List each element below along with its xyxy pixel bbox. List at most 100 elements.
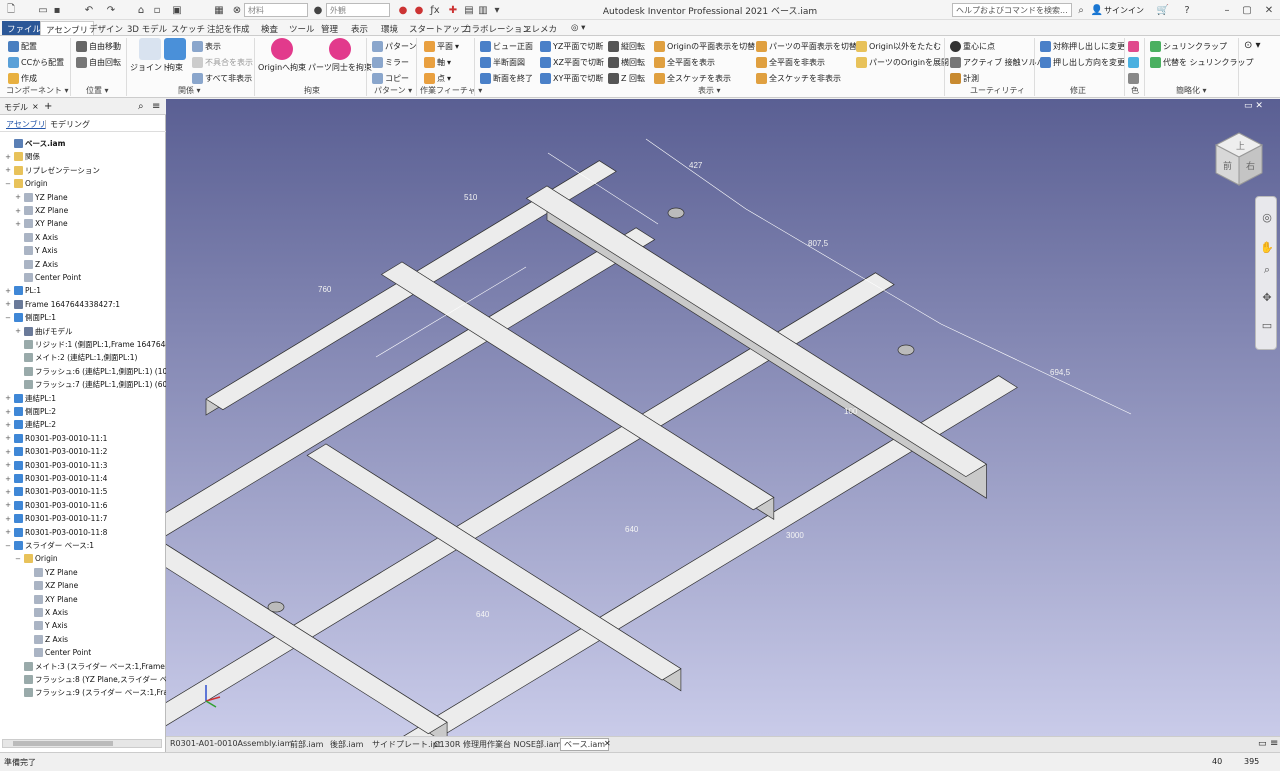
- expand-part-origin-button[interactable]: パーツのOriginを展開: [856, 55, 949, 69]
- dimension-label[interactable]: 640: [476, 610, 490, 619]
- hide-all-button[interactable]: すべて非表示: [192, 71, 252, 85]
- tree-item[interactable]: + R0301-P03-0010-11:7: [4, 512, 166, 525]
- zoom-icon[interactable]: ⌕: [1260, 263, 1274, 277]
- dimension-label[interactable]: 760: [318, 285, 332, 294]
- work-point-button[interactable]: 点 ▾: [424, 71, 451, 85]
- tab-inspect[interactable]: 検査: [256, 21, 283, 35]
- expand-toggle-icon[interactable]: +: [4, 515, 12, 523]
- simplify-group-label[interactable]: 簡略化 ▾: [1176, 85, 1207, 96]
- color-button-3[interactable]: [1128, 71, 1139, 85]
- tree-item[interactable]: − 側面PL:1: [4, 311, 166, 324]
- cut-xy-button[interactable]: XY平面で切断: [540, 71, 603, 85]
- tree-item[interactable]: + 側面PL:2: [4, 405, 166, 418]
- doc-tab[interactable]: R0301-A01-0010Assembly.iam: [170, 739, 292, 748]
- mounting-plate[interactable]: [667, 207, 685, 219]
- color-button-2[interactable]: [1128, 55, 1139, 69]
- expand-toggle-icon[interactable]: +: [4, 475, 12, 483]
- show-button[interactable]: 表示: [192, 39, 221, 53]
- tree-item[interactable]: Z Axis: [24, 633, 166, 646]
- minimize-icon[interactable]: –: [1220, 3, 1234, 17]
- component-group-label[interactable]: コンポーネント ▾: [6, 85, 69, 96]
- tree-item[interactable]: Z Axis: [14, 258, 166, 271]
- tree-item[interactable]: リジッド:1 (側面PL:1,Frame 164764433: [14, 338, 166, 351]
- tree-item[interactable]: Y Axis: [24, 619, 166, 632]
- expand-toggle-icon[interactable]: +: [4, 488, 12, 496]
- tree-item[interactable]: + R0301-P03-0010-11:3: [4, 459, 166, 472]
- view-front-button[interactable]: ビュー正面: [480, 39, 533, 53]
- tree-item[interactable]: + R0301-P03-0010-11:5: [4, 485, 166, 498]
- dimension-label[interactable]: 3000: [786, 531, 804, 540]
- doc-tab-active[interactable]: ベース.iam: [560, 738, 610, 751]
- tree-item[interactable]: X Axis: [14, 231, 166, 244]
- rotate-vertical-button[interactable]: 縦回転: [608, 39, 645, 53]
- expand-toggle-icon[interactable]: +: [4, 153, 12, 161]
- restore-viewport-icon[interactable]: ▭ ✕: [1244, 101, 1263, 111]
- tree-item[interactable]: ベース.iam: [4, 137, 166, 150]
- work-features-group-label[interactable]: 作業フィーチャ ▾: [420, 85, 482, 96]
- constrain-to-origin-button[interactable]: Originへ拘束: [258, 38, 306, 73]
- new-file-icon[interactable]: 🗋: [4, 3, 18, 17]
- toggle-origin-planes-button[interactable]: Originの平面表示を切替: [654, 39, 755, 53]
- expand-toggle-icon[interactable]: +: [14, 220, 22, 228]
- help-search-input[interactable]: ヘルプおよびコマンドを検索...: [952, 3, 1072, 17]
- material-dropdown[interactable]: 材料: [244, 3, 308, 17]
- tree-item[interactable]: + 連結PL:1: [4, 392, 166, 405]
- work-plane-button[interactable]: 平面 ▾: [424, 39, 459, 53]
- update-icon[interactable]: ▦: [212, 3, 226, 17]
- tree-item[interactable]: XY Plane: [24, 593, 166, 606]
- select-filter-icon[interactable]: ▣: [170, 3, 184, 17]
- center-of-gravity-button[interactable]: 重心に点: [950, 39, 995, 53]
- menu-icon[interactable]: ≡: [152, 101, 160, 112]
- color-button-1[interactable]: [1128, 39, 1139, 53]
- extrude-direction-button[interactable]: 押し出し方向を変更: [1040, 55, 1125, 69]
- contact-solver-button[interactable]: アクティブ 接触ソルバ: [950, 55, 1045, 69]
- ribbon-settings-icon[interactable]: ⊙ ▾: [1244, 40, 1261, 51]
- expand-toggle-icon[interactable]: +: [4, 421, 12, 429]
- position-group-label[interactable]: 位置 ▾: [86, 85, 109, 96]
- expand-toggle-icon[interactable]: +: [14, 193, 22, 201]
- symmetric-extrude-button[interactable]: 対称押し出しに変更: [1040, 39, 1125, 53]
- tree-item[interactable]: + R0301-P03-0010-11:8: [4, 526, 166, 539]
- measure-button[interactable]: 計測: [950, 71, 979, 85]
- help-icon[interactable]: ?: [1180, 3, 1194, 17]
- show-problem-button[interactable]: 不具合を表示: [192, 55, 253, 69]
- doc-tab[interactable]: C130R 修理用作業台 NOSE部.iam: [434, 739, 561, 750]
- expand-toggle-icon[interactable]: +: [4, 394, 12, 402]
- tree-item[interactable]: フラッシュ:6 (連結PL:1,側面PL:1) (10.00: [14, 365, 166, 378]
- expand-toggle-icon[interactable]: +: [4, 448, 12, 456]
- tab-3d-model[interactable]: 3D モデル: [122, 21, 172, 35]
- expand-toggle-icon[interactable]: −: [14, 555, 22, 563]
- tree-item[interactable]: Center Point: [14, 271, 166, 284]
- tab-menu-icon[interactable]: ≡: [1270, 738, 1278, 749]
- expand-toggle-icon[interactable]: −: [4, 314, 12, 322]
- tab-tools[interactable]: ツール: [284, 21, 320, 35]
- expand-toggle-icon[interactable]: +: [4, 300, 12, 308]
- tree-item[interactable]: Center Point: [24, 646, 166, 659]
- subtab-assembly[interactable]: アセンブリ: [6, 119, 46, 130]
- relations-group-label[interactable]: 関係 ▾: [178, 85, 201, 96]
- cancel-icon[interactable]: ⊗: [230, 3, 244, 17]
- tab-manage[interactable]: 管理: [316, 21, 343, 35]
- tree-item[interactable]: フラッシュ:7 (連結PL:1,側面PL:1) (60.00: [14, 378, 166, 391]
- expand-toggle-icon[interactable]: +: [4, 434, 12, 442]
- assembly-scene[interactable]: 427 510 807,5 760 694,5 100 3000 640 640: [166, 99, 1280, 736]
- expand-toggle-icon[interactable]: +: [4, 287, 12, 295]
- tree-item[interactable]: + 関係: [4, 150, 166, 163]
- doc-tab[interactable]: 後部.iam: [330, 739, 363, 750]
- cut-xz-button[interactable]: XZ平面で切断: [540, 55, 604, 69]
- graphics-viewport[interactable]: 427 510 807,5 760 694,5 100 3000 640 640 上 前 右 ▭…: [166, 99, 1280, 736]
- expand-toggle-icon[interactable]: −: [4, 180, 12, 188]
- tree-item[interactable]: − Origin: [4, 177, 166, 190]
- tree-item[interactable]: + R0301-P03-0010-11:4: [4, 472, 166, 485]
- close-panel-icon[interactable]: ×: [32, 102, 39, 111]
- tree-item[interactable]: − Origin: [14, 552, 166, 565]
- tree-item[interactable]: メイト:2 (連結PL:1,側面PL:1): [14, 351, 166, 364]
- create-button[interactable]: 作成: [8, 71, 37, 85]
- viewcube[interactable]: 上 前 右: [1210, 129, 1268, 189]
- hide-all-sketches-button[interactable]: 全スケッチを非表示: [756, 71, 841, 85]
- work-axis-button[interactable]: 軸 ▾: [424, 55, 451, 69]
- fx-icon[interactable]: ƒx: [428, 3, 442, 17]
- tree-item[interactable]: + リプレゼンテーション: [4, 164, 166, 177]
- select-icon[interactable]: ▫: [150, 3, 164, 17]
- mounting-plate[interactable]: [267, 601, 285, 613]
